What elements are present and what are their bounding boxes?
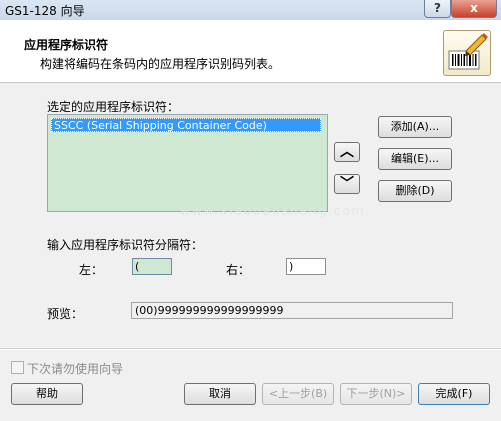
delete-button[interactable]: 删除(D) — [378, 180, 452, 202]
edit-button[interactable]: 编辑(E)... — [378, 148, 452, 170]
move-up-button[interactable]: ︿ — [334, 142, 360, 162]
wizard-header: 应用程序标识符 构建将编码在条码内的应用程序识别码列表。 — [0, 20, 501, 83]
title-help-button[interactable]: ? — [424, 0, 451, 18]
finish-button[interactable]: 完成(F) — [418, 383, 490, 405]
right-separator-input[interactable]: ) — [286, 258, 326, 275]
cancel-button[interactable]: 取消 — [184, 383, 256, 405]
next-button[interactable]: 下一步(N)> — [340, 383, 412, 405]
preview-field: (00)999999999999999999 — [131, 302, 453, 319]
left-separator-label: 左： — [79, 263, 104, 277]
watermark-text: www.xiaobaoshang.com — [180, 204, 366, 218]
selected-ai-list[interactable]: SSCC (Serial Shipping Container Code) — [47, 114, 328, 212]
header-description: 构建将编码在条码内的应用程序识别码列表。 — [40, 57, 281, 71]
add-button[interactable]: 添加(A)... — [378, 116, 452, 138]
separator-label: 输入应用程序标识符分隔符： — [47, 238, 204, 252]
title-bar: GS1-128 向导 ? x — [0, 0, 501, 21]
preview-label: 预览： — [47, 307, 84, 321]
header-title: 应用程序标识符 — [24, 38, 109, 52]
barcode-pen-icon — [443, 30, 491, 76]
left-separator-input[interactable]: ( — [132, 258, 172, 275]
back-button[interactable]: <上一步(B) — [262, 383, 334, 405]
right-separator-label: 右： — [226, 263, 251, 277]
help-button[interactable]: 帮助 — [11, 383, 83, 405]
close-button[interactable]: x — [451, 0, 497, 18]
window-title: GS1-128 向导 — [5, 4, 85, 18]
dont-show-checkbox[interactable] — [11, 361, 24, 374]
list-item[interactable]: SSCC (Serial Shipping Container Code) — [51, 118, 321, 132]
move-down-button[interactable]: ﹀ — [334, 174, 360, 194]
footer-divider — [0, 348, 501, 350]
selected-ai-label: 选定的应用程序标识符： — [47, 100, 180, 114]
dont-show-label: 下次请勿使用向导 — [27, 362, 124, 376]
